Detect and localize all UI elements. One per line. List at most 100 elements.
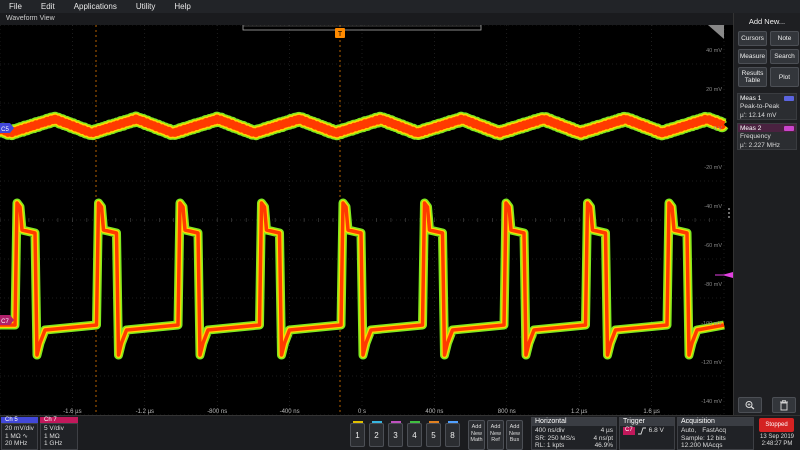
channel-1-label: 1	[355, 430, 360, 440]
right-panel: Add New... Cursors Note Measure Search R…	[733, 13, 800, 415]
trash-icon[interactable]	[772, 397, 796, 413]
channel-5-button[interactable]: 5	[426, 421, 441, 447]
svg-text:T: T	[338, 31, 343, 38]
meas1-name: Peak-to-Peak	[740, 103, 780, 110]
trigger-level: 6.8 V	[648, 427, 664, 435]
trigger-position-marker[interactable]: T	[335, 28, 345, 38]
channel-8-label: 8	[450, 430, 455, 440]
horizontal-scale: 400 ns/div	[535, 427, 565, 434]
y-tick-label: -20 mV	[704, 165, 722, 171]
zoom-search-icon[interactable]	[738, 397, 762, 413]
waveform-display[interactable]: -1.6 µs -1.2 µs -800 ns -400 ns 0 s 400 ns 800…	[0, 25, 733, 415]
ch5-bandwidth: 20 MHz	[5, 440, 28, 447]
ch7-scale: 5 V/div	[44, 425, 64, 432]
acquisition-fastacq: FastAcq	[702, 427, 727, 434]
results-table-button[interactable]: Results Table	[738, 67, 767, 87]
horizontal-row-2: SR: 250 MS/s 4 ns/pt	[535, 435, 613, 443]
channel-5-color-bar	[429, 421, 439, 423]
menu-utility[interactable]: Utility	[127, 2, 166, 11]
horizontal-box[interactable]: Horizontal 400 ns/div 4 µs SR: 250 MS/s 4 …	[531, 417, 617, 450]
y-tick-label: -40 mV	[704, 204, 722, 210]
ch5-scale: 20 mV/div	[5, 425, 34, 432]
meas1-value: µ': 12.14 mV	[740, 111, 777, 119]
trigger-row: C7 6.8 V	[623, 427, 671, 435]
menu-edit[interactable]: Edit	[32, 2, 65, 11]
channel-3-button[interactable]: 3	[388, 421, 403, 447]
bottom-bar: Ch 5 20 mV/div 1 MΩ ∿ 20 MHz Ch 7 5 V/di…	[0, 415, 800, 450]
rising-edge-icon	[637, 427, 646, 435]
horizontal-duration: 4 µs	[600, 427, 613, 434]
plot-button[interactable]: Plot	[770, 67, 799, 87]
waveform-view-title: Waveform View	[0, 13, 733, 25]
panel-resize-handle-icon[interactable]	[728, 208, 730, 218]
trigger-source: C7	[623, 427, 635, 435]
search-button[interactable]: Search	[770, 49, 799, 64]
ch5-impedance-row: 1 MΩ ∿	[5, 433, 34, 441]
svg-text:C5: C5	[1, 127, 9, 133]
meas2-header: Meas 2	[738, 124, 796, 132]
ch5-impedance: 1 MΩ	[5, 432, 21, 440]
meas1-title: Meas 1	[740, 94, 762, 102]
acquisition-mode: Auto,	[681, 427, 697, 434]
y-tick-label: -100 mV	[701, 321, 722, 327]
horizontal-sample-rate: SR: 250 MS/s	[535, 434, 576, 442]
channel-5-label: 5	[431, 430, 436, 440]
note-button[interactable]: Note	[770, 31, 799, 46]
channel-8-color-bar	[448, 421, 458, 423]
channel-3-color-bar	[391, 421, 401, 423]
channel-2-button[interactable]: 2	[369, 421, 384, 447]
acquisition-row-1: Auto, FastAcq	[681, 427, 750, 435]
time-text: 2:48:27 PM	[761, 441, 793, 447]
add-new-bus-button[interactable]: Add New Bus	[506, 420, 523, 450]
channel-2-label: 2	[374, 430, 379, 440]
add-new-title: Add New...	[748, 17, 786, 26]
add-new-ref-button[interactable]: Add New Ref	[487, 420, 504, 450]
meas2-card[interactable]: Meas 2 Frequency µ': 2.227 MHz	[737, 123, 797, 150]
channel-4-button[interactable]: 4	[407, 421, 422, 447]
y-tick-label: 20 mV	[706, 87, 722, 93]
ch5-settings-box[interactable]: 20 mV/div 1 MΩ ∿ 20 MHz	[1, 423, 38, 450]
date-time: 13 Sep 2019 2:48:27 PM	[757, 434, 797, 448]
meas2-value: µ': 2.227 MHz	[740, 141, 781, 149]
acquisition-count: 12.200 MAcqs	[681, 442, 723, 449]
y-tick-label: -80 mV	[704, 282, 722, 288]
horizontal-row-1: 400 ns/div 4 µs	[535, 427, 613, 435]
menu-applications[interactable]: Applications	[65, 2, 127, 11]
run-stop-button[interactable]: Stopped	[759, 418, 794, 432]
measure-button[interactable]: Measure	[738, 49, 767, 64]
meas1-color-badge	[784, 95, 794, 101]
y-tick-label: -60 mV	[704, 243, 722, 249]
date-text: 13 Sep 2019	[759, 434, 795, 440]
meas2-title: Meas 2	[740, 124, 762, 132]
horizontal-title: Horizontal	[532, 418, 616, 426]
channel-2-color-bar	[372, 421, 382, 423]
svg-text:C7: C7	[1, 319, 9, 325]
channel-4-color-bar	[410, 421, 420, 423]
trigger-box[interactable]: Trigger C7 6.8 V	[619, 417, 675, 450]
channel-8-button[interactable]: 8	[445, 421, 460, 447]
add-new-math-button[interactable]: Add New Math	[468, 420, 485, 450]
y-tick-label: -120 mV	[701, 360, 722, 366]
horizontal-record-length: RL: 1 kpts	[535, 442, 565, 449]
y-tick-label: 0 V	[714, 126, 723, 132]
ch7-impedance: 1 MΩ	[44, 432, 60, 440]
y-tick-label: 40 mV	[706, 48, 722, 54]
ch7-settings-box[interactable]: 5 V/div 1 MΩ 1 GHz	[40, 423, 78, 450]
cursors-button[interactable]: Cursors	[738, 31, 767, 46]
add-new-buttons: Cursors Note Measure Search Results Tabl…	[734, 27, 800, 87]
meas1-header: Meas 1	[738, 94, 796, 102]
horizontal-position: 46.9%	[594, 442, 613, 449]
menu-file[interactable]: File	[0, 2, 32, 11]
meas1-card[interactable]: Meas 1 Peak-to-Peak µ': 12.14 mV	[737, 93, 797, 120]
channel-1-button[interactable]: 1	[350, 421, 365, 447]
menu-help[interactable]: Help	[165, 2, 200, 11]
horizontal-resolution: 4 ns/pt	[593, 434, 613, 442]
acquisition-sample: Sample: 12 bits	[681, 434, 726, 442]
right-panel-tools	[738, 397, 796, 413]
acquisition-box[interactable]: Acquisition Auto, FastAcq Sample: 12 bits…	[677, 417, 754, 450]
oscilloscope-app: File Edit Applications Utility Help Wave…	[0, 0, 800, 450]
meas2-color-badge	[784, 125, 794, 131]
trigger-title: Trigger	[620, 418, 674, 426]
y-tick-label: -140 mV	[701, 399, 722, 405]
meas2-name: Frequency	[740, 133, 771, 140]
